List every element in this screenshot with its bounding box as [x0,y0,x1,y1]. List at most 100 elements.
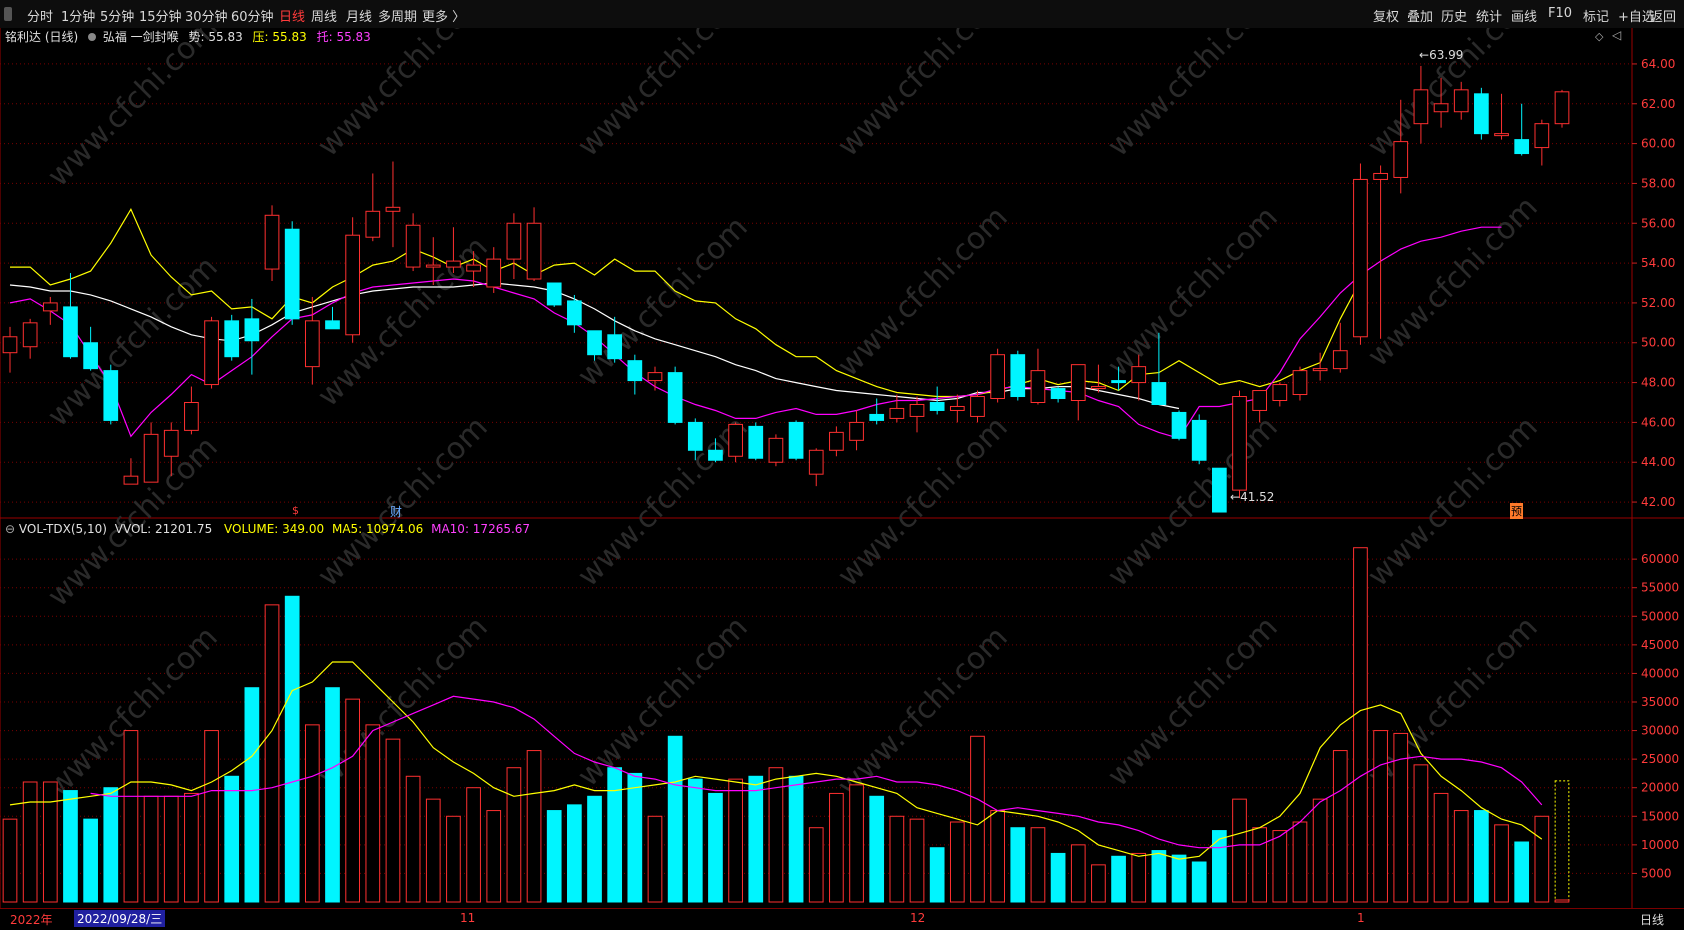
candle-body-down [103,370,119,421]
toolbar-button-2[interactable]: 历史 [1441,6,1467,25]
period-tag[interactable]: 日线 [1640,911,1664,928]
candle-body-up [1091,386,1106,390]
volume-bar-up [990,810,1005,903]
low-annotation: ←41.52 [1230,490,1275,504]
volume-tick-label: 10000 [1641,838,1679,852]
candle-body-up [526,222,542,280]
volume-bar-up [526,750,542,903]
volume-value: VOLUME: 349.00 [224,522,325,536]
volume-tick-label: 40000 [1641,666,1679,680]
kline-chart-svg[interactable]: www.cfchi.com www.cfchi.com www.cfchi.com w… [0,28,1684,929]
diamond-icon[interactable]: ◇ [1595,30,1603,43]
volume-bar-down [325,687,340,903]
volume-tick-label: 5000 [1641,866,1672,880]
period-tab-7[interactable]: 周线 [311,6,337,25]
period-tab-1[interactable]: 1分钟 [61,6,95,25]
volume-bar-up [365,724,381,903]
candle-body-down [224,320,240,358]
volume-bar-down [83,818,98,903]
finance-marker[interactable]: 财 [390,503,402,520]
candle-body-up [1373,172,1388,180]
volume-bar-up [1453,810,1469,903]
period-tab-2[interactable]: 5分钟 [100,6,134,25]
indicator-name: 弘福 一剑封喉 [102,30,179,44]
volume-bar-down [1474,810,1489,903]
candle-body-down [587,330,602,356]
toolbar-button-5[interactable]: F10 [1548,6,1572,21]
volume-bar-up [405,775,421,903]
volume-bar-down [103,787,119,903]
year-label: 2022年 [10,913,53,927]
high-annotation: ←63.99 [1419,48,1464,62]
candle-body-down [1111,380,1126,384]
candle-body-up [1393,141,1409,178]
candle-body-down [1514,139,1530,155]
volume-bar-down [687,778,703,903]
ma10-value: MA10: 17265.67 [431,522,531,536]
period-tab-10[interactable]: 更多 〉 [422,6,465,25]
volume-bar-up [2,818,18,903]
volume-bar-up [42,781,58,903]
forecast-marker[interactable]: 预 [1510,503,1523,519]
candle-body-up [345,234,361,336]
price-tick-label: 54.00 [1641,256,1675,270]
indicator-dot-icon[interactable] [88,33,97,41]
candle-body-up [123,475,139,485]
candle-body-down [708,449,723,461]
volume-collapse-icon[interactable]: ⊖ [5,522,15,536]
candle-body-up [1433,103,1449,113]
volume-bar-down [546,810,562,903]
candle-body-up [2,336,18,354]
toolbar-button-6[interactable]: 标记 [1583,6,1609,25]
candle-body-down [748,425,764,459]
dividend-marker[interactable]: $ [292,504,299,517]
volume-bar-down [748,775,764,903]
toolbar-button-0[interactable]: 复权 [1373,6,1399,25]
toolbar-left-handle[interactable] [4,7,12,21]
volume-bar-down [1191,861,1207,903]
volume-bar-up [486,810,502,903]
candle-body-up [1353,178,1368,338]
candle-body-up [1332,350,1348,370]
candle-body-down [83,342,98,370]
period-tab-4[interactable]: 30分钟 [185,6,228,25]
month-1-label: 1 [1357,911,1365,925]
candle-body-down [687,421,703,451]
period-tab-9[interactable]: 多周期 [378,6,417,25]
candle-body-up [1232,396,1247,491]
toolbar-button-3[interactable]: 统计 [1476,6,1502,25]
volume-bar-down [1211,830,1227,903]
time-axis [0,908,1684,930]
price-tick-label: 42.00 [1641,495,1675,509]
collapse-arrow-icon[interactable]: ◁ [1612,28,1621,42]
volume-bar-up [466,787,481,903]
period-tab-6[interactable]: 日线 [279,6,305,25]
volume-bar-up [304,724,320,903]
candle-body-up [768,437,784,463]
candle-body-up [849,421,864,441]
period-tab-5[interactable]: 60分钟 [231,6,274,25]
volume-tick-label: 55000 [1641,581,1679,595]
toolbar-button-8[interactable]: 返回 [1650,6,1676,25]
candle-body-up [1070,364,1086,402]
toolbar-button-4[interactable]: 画线 [1511,6,1537,25]
period-tab-0[interactable]: 分时 [27,6,53,25]
ma5-value: MA5: 10974.06 [331,522,424,536]
price-tick-label: 58.00 [1641,176,1675,190]
volume-bar-up [1312,798,1328,903]
candle-body-up [446,260,461,268]
volume-bar-down [1171,854,1187,903]
volume-bar-up [1554,899,1570,903]
toolbar-button-1[interactable]: 叠加 [1407,6,1433,25]
volume-bar-up [1131,852,1147,903]
candle-body-up [829,431,844,451]
period-tab-8[interactable]: 月线 [346,6,372,25]
candle-body-down [1191,419,1207,461]
volume-tick-label: 20000 [1641,781,1679,795]
month-11-label: 11 [460,911,476,925]
volume-bar-up [264,604,280,903]
candle-body-up [22,322,38,348]
volume-bar-down [788,775,804,903]
price-tick-label: 62.00 [1641,97,1675,111]
period-tab-3[interactable]: 15分钟 [139,6,182,25]
